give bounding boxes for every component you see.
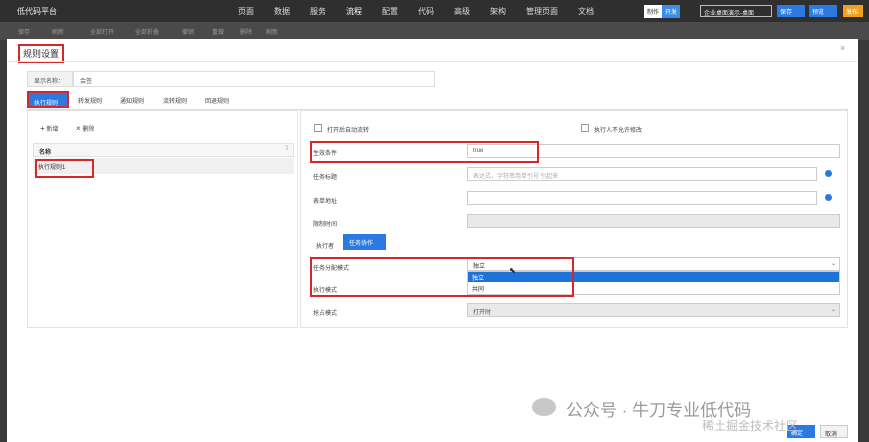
- auto-flow-checkbox[interactable]: [314, 124, 322, 132]
- nav-item-architecture[interactable]: 架构: [490, 6, 506, 17]
- nav-item-docs[interactable]: 文档: [578, 6, 594, 17]
- nav-item-manage-page[interactable]: 管理页面: [526, 6, 558, 17]
- tool-expand-all[interactable]: 全部打开: [90, 27, 114, 36]
- mode-make[interactable]: 制作: [644, 5, 663, 18]
- tool-delete[interactable]: 删除: [240, 27, 252, 36]
- limit-time-label: 限制时间: [313, 222, 338, 228]
- col-resize-icon[interactable]: ⁞: [286, 146, 288, 152]
- mode-dev[interactable]: 开发: [662, 5, 681, 18]
- highlight-assign-mode: [310, 257, 574, 297]
- auto-flow-label: 打开后自动流转: [327, 128, 370, 134]
- watermark-sub: 稀土掘金技术社区: [702, 419, 799, 433]
- nav-item-page[interactable]: 页面: [238, 6, 254, 17]
- col-name: 名称: [39, 150, 52, 156]
- tool-undo[interactable]: 撤销: [182, 27, 194, 36]
- tool-refresh-2[interactable]: 刷新: [266, 27, 278, 36]
- add-button[interactable]: + 新增: [40, 124, 58, 133]
- subtab-task-action[interactable]: 任务协作: [343, 234, 386, 250]
- tool-collapse-all[interactable]: 全部折叠: [135, 27, 159, 36]
- task-title-placeholder: 表达式，字符串用单引号'引起来: [473, 174, 559, 180]
- mode-switch[interactable]: 制作 开发: [644, 5, 681, 18]
- nav-item-service[interactable]: 服务: [310, 6, 326, 17]
- tool-refresh[interactable]: 刷新: [52, 27, 64, 36]
- task-title-label: 任务标题: [313, 175, 338, 181]
- tab-execution-rule[interactable]: 执行规则: [27, 91, 69, 108]
- title-divider: [7, 61, 858, 62]
- publish-button[interactable]: 发布: [843, 5, 863, 17]
- x-icon: ×: [76, 124, 81, 133]
- highlight-condition: [310, 141, 539, 163]
- no-modify-checkbox[interactable]: [581, 124, 589, 132]
- grid-header: 名称 ⁞: [33, 143, 294, 157]
- gear-icon-2[interactable]: [825, 194, 832, 201]
- nav-item-code[interactable]: 代码: [418, 6, 434, 17]
- top-nav-bar: 低代码平台 页面 数据 服务 流程 配置 代码 高级 架构 管理页面 文档 制作…: [0, 0, 869, 22]
- tab-forward-rule[interactable]: 转发规则: [78, 96, 102, 105]
- task-title-input[interactable]: 表达式，字符串用单引号'引起来: [467, 167, 817, 181]
- claim-mode-select[interactable]: 打开时: [467, 303, 840, 317]
- delete-label: 删除: [82, 127, 95, 133]
- add-label: 新增: [46, 127, 59, 133]
- tab-notify-rule[interactable]: 通知规则: [120, 96, 144, 105]
- chevron-down-icon-2[interactable]: ⌄: [831, 306, 836, 313]
- display-name-label: 显示名称：: [27, 71, 73, 87]
- chevron-down-icon[interactable]: ⌄: [831, 260, 836, 267]
- claim-mode-label: 抢占模式: [313, 311, 338, 317]
- cancel-button[interactable]: 取消: [820, 425, 848, 438]
- close-icon[interactable]: ×: [840, 43, 845, 53]
- nav-item-flow[interactable]: 流程: [346, 6, 362, 17]
- form-url-label: 表单地址: [313, 199, 338, 205]
- nav-item-config[interactable]: 配置: [382, 6, 398, 17]
- nav-item-advanced[interactable]: 高级: [454, 6, 470, 17]
- rule-tabs: [27, 89, 848, 110]
- editor-toolbar: 保存 刷新 全部打开 全部折叠 撤销 重做 删除 刷新: [0, 22, 869, 40]
- app-brand: 低代码平台: [17, 7, 57, 16]
- tool-save[interactable]: 保存: [18, 27, 30, 36]
- highlight-row: [35, 159, 94, 178]
- tool-redo[interactable]: 重做: [212, 27, 224, 36]
- nav-item-data[interactable]: 数据: [274, 6, 290, 17]
- limit-time-input: [467, 214, 840, 228]
- display-name-input[interactable]: 会签: [73, 71, 435, 87]
- preview-button[interactable]: 预览: [809, 5, 837, 17]
- wechat-icon: [532, 398, 556, 416]
- tenant-select[interactable]: 企业桌面演示-桌面: [700, 5, 772, 17]
- gear-icon[interactable]: [825, 170, 832, 177]
- main-nav: 页面 数据 服务 流程 配置 代码 高级 架构 管理页面 文档: [238, 6, 614, 17]
- subtab-executor[interactable]: 执行者: [316, 241, 334, 250]
- form-url-input[interactable]: [467, 191, 817, 205]
- save-button[interactable]: 保存: [777, 5, 805, 17]
- delete-button[interactable]: × 删除: [76, 124, 94, 133]
- tab-rollback-rule[interactable]: 回退规则: [205, 96, 229, 105]
- no-modify-label: 执行人不允许修改: [594, 128, 643, 134]
- tab-flow-rule[interactable]: 流转规则: [163, 96, 187, 105]
- plus-icon: +: [40, 124, 45, 133]
